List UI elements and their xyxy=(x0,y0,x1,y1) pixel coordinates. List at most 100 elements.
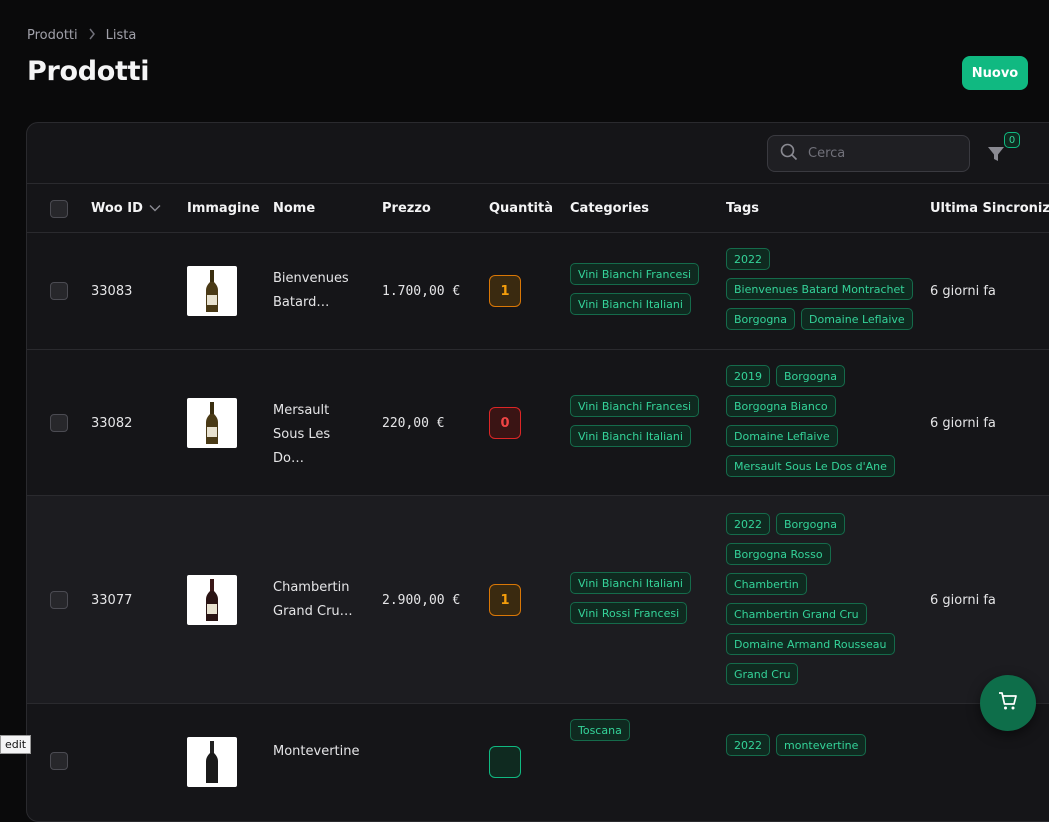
row-last-sync: 6 giorni fa xyxy=(930,415,996,431)
category-chip: Vini Bianchi Francesi xyxy=(570,395,700,417)
category-chip: Vini Bianchi Francesi xyxy=(570,263,700,285)
row-quantity-cell: 1 xyxy=(489,584,521,616)
breadcrumb-item-lista: Lista xyxy=(105,28,137,43)
row-woo-id: 33077 xyxy=(91,592,133,608)
row-checkbox[interactable] xyxy=(50,591,68,609)
new-product-button[interactable]: Nuovo xyxy=(962,56,1028,90)
tag-chip: Borgogna xyxy=(776,365,846,387)
quantity-badge: 1 xyxy=(489,275,521,307)
row-name-line2: Grand Cru… xyxy=(273,604,353,619)
tag-chip: montevertine xyxy=(776,734,867,756)
row-quantity-cell: 0 xyxy=(489,407,521,439)
row-price: 220,00 € xyxy=(382,415,445,431)
row-woo-id: 33083 xyxy=(91,283,133,299)
row-tags: 2022 montevertine xyxy=(726,734,916,756)
row-image-cell xyxy=(187,398,237,448)
row-image-cell xyxy=(187,575,237,625)
tag-chip: 2022 xyxy=(726,513,770,535)
tag-chip: Domaine Leflaive xyxy=(726,425,838,447)
column-categories: Categories xyxy=(570,201,650,216)
tag-chip: Mersault Sous Le Dos d'Ane xyxy=(726,455,895,477)
category-chip: Vini Bianchi Italiani xyxy=(570,572,691,594)
quantity-badge: 1 xyxy=(489,584,521,616)
row-last-sync: 6 giorni fa xyxy=(930,283,996,299)
row-name-line1: Chambertin xyxy=(273,580,350,595)
row-image-cell xyxy=(187,737,237,787)
tag-chip: Borgogna Rosso xyxy=(726,543,831,565)
row-quantity-cell xyxy=(489,746,521,778)
column-woo-id[interactable]: Woo ID xyxy=(91,184,161,233)
row-name-line1: Montevertine xyxy=(273,744,360,759)
table-row[interactable]: 33083 Bienvenues Batard… 1.700,00 € 1 Vi… xyxy=(27,233,1049,350)
search-input[interactable] xyxy=(808,146,958,161)
tag-chip: Chambertin xyxy=(726,573,807,595)
row-name-cell: Montevertine xyxy=(273,740,363,764)
row-categories: Vini Bianchi Francesi Vini Bianchi Itali… xyxy=(570,263,720,315)
page-title: Prodotti xyxy=(27,56,150,87)
tag-chip: Grand Cru xyxy=(726,663,799,685)
table-row[interactable]: 33082 Mersault Sous Les Do… 220,00 € 0 V… xyxy=(27,350,1049,496)
table-header: Woo ID Immagine Nome Prezzo Quantità Cat… xyxy=(27,184,1049,233)
row-categories: Vini Bianchi Francesi Vini Bianchi Itali… xyxy=(570,395,720,447)
column-price[interactable]: Prezzo xyxy=(382,184,431,233)
tag-chip: 2022 xyxy=(726,248,770,270)
chevron-down-icon xyxy=(149,201,161,216)
column-quantity[interactable]: Quantità xyxy=(489,184,553,233)
row-select-cell xyxy=(50,414,68,432)
table-row[interactable]: Montevertine Toscana 2022 montevertine xyxy=(27,704,1049,821)
tag-chip: Borgogna xyxy=(726,308,796,330)
tag-chip: 2019 xyxy=(726,365,770,387)
row-categories: Vini Bianchi Italiani Vini Rossi Frances… xyxy=(570,572,720,624)
tag-chip: Domaine Armand Rousseau xyxy=(726,633,895,655)
row-image-cell xyxy=(187,266,237,316)
edit-tab[interactable]: edit xyxy=(0,735,32,754)
category-chip: Vini Rossi Francesi xyxy=(570,602,688,624)
quantity-badge: 0 xyxy=(489,407,521,439)
column-image: Immagine xyxy=(187,201,260,216)
tag-chip: Domaine Leflaive xyxy=(801,308,913,330)
wine-bottle-image xyxy=(187,266,237,316)
row-checkbox[interactable] xyxy=(50,414,68,432)
category-chip: Vini Bianchi Italiani xyxy=(570,293,691,315)
column-last-sync[interactable]: Ultima Sincroniz xyxy=(930,184,1049,233)
table-toolbar: 0 xyxy=(27,123,1049,184)
row-select-cell xyxy=(50,282,68,300)
breadcrumb-item-prodotti[interactable]: Prodotti xyxy=(27,28,78,43)
row-categories: Toscana xyxy=(570,719,720,741)
row-name-line1: Mersault xyxy=(273,403,330,418)
row-name-cell: Bienvenues Batard… xyxy=(273,267,363,315)
select-all-checkbox[interactable] xyxy=(50,199,68,218)
row-checkbox[interactable] xyxy=(50,282,68,300)
row-last-sync: 6 giorni fa xyxy=(930,592,996,608)
products-table-panel: 0 Woo ID Immagine Nome Prezzo Quantità C… xyxy=(26,122,1049,822)
quantity-badge xyxy=(489,746,521,778)
tag-chip: Bienvenues Batard Montrachet xyxy=(726,278,913,300)
cart-button[interactable] xyxy=(980,675,1036,731)
table-row[interactable]: 33077 Chambertin Grand Cru… 2.900,00 € 1… xyxy=(27,496,1049,704)
filter-count-badge: 0 xyxy=(1004,132,1020,148)
row-tags: 2019 Borgogna Borgogna Bianco Domaine Le… xyxy=(726,365,916,477)
row-name-line2: Batard… xyxy=(273,295,330,310)
column-tags: Tags xyxy=(726,201,760,216)
row-tags: 2022 Bienvenues Batard Montrachet Borgog… xyxy=(726,248,916,330)
select-all-cell xyxy=(50,184,68,233)
filter-icon[interactable] xyxy=(985,143,1007,165)
column-name[interactable]: Nome xyxy=(273,184,315,233)
chevron-right-icon xyxy=(88,28,96,43)
row-select-cell xyxy=(50,752,68,770)
row-name-line2: Sous Les Do… xyxy=(273,427,331,466)
row-name-line1: Bienvenues xyxy=(273,271,349,286)
search-icon xyxy=(780,143,798,165)
row-name-cell: Chambertin Grand Cru… xyxy=(273,576,363,624)
row-price: 2.900,00 € xyxy=(382,592,461,608)
row-woo-id: 33082 xyxy=(91,415,133,431)
breadcrumb: Prodotti Lista xyxy=(27,28,136,43)
row-quantity-cell: 1 xyxy=(489,275,521,307)
row-checkbox[interactable] xyxy=(50,752,68,770)
search-box[interactable] xyxy=(767,135,970,172)
category-chip: Toscana xyxy=(570,719,630,741)
row-price: 1.700,00 € xyxy=(382,283,461,299)
wine-bottle-image xyxy=(187,737,237,787)
category-chip: Vini Bianchi Italiani xyxy=(570,425,691,447)
tag-chip: Borgogna Bianco xyxy=(726,395,836,417)
